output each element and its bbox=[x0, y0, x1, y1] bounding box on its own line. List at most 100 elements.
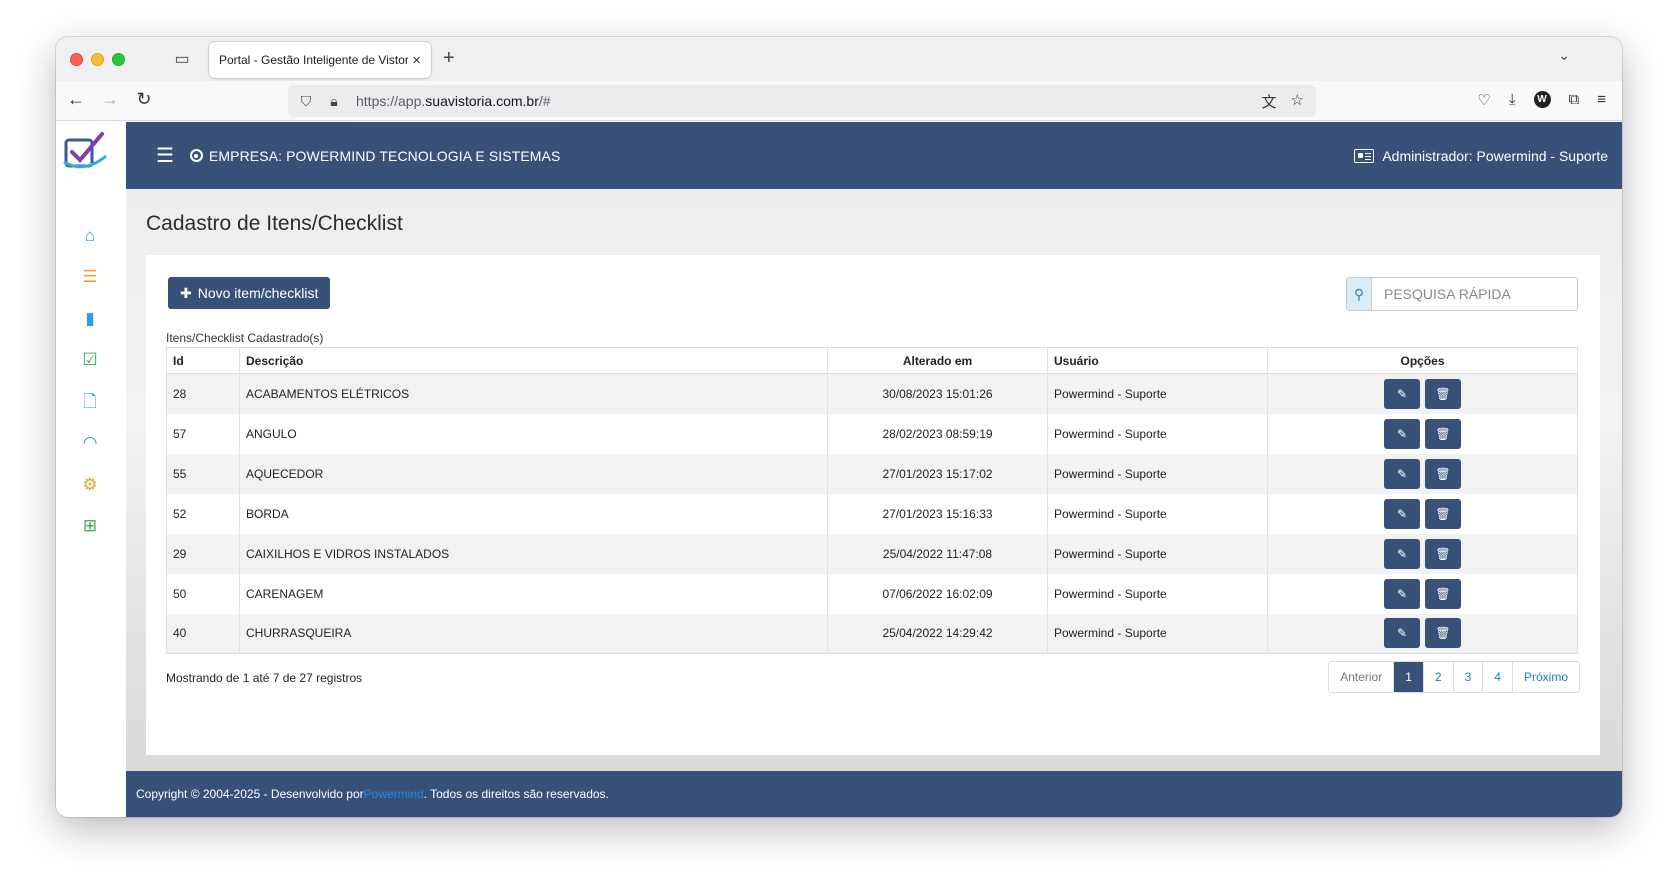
url-bar[interactable]: ⛉ 🔒︎ https://app.suavistoria.com.br/# 文 … bbox=[288, 85, 1316, 117]
top-header: ☰ EMPRESA: POWERMIND TECNOLOGIA E SISTEM… bbox=[126, 122, 1622, 189]
delete-button[interactable]: 🗑︎ bbox=[1425, 378, 1461, 409]
cell-options: ✎ 🗑︎ bbox=[1267, 453, 1578, 494]
minimize-window-button[interactable] bbox=[91, 52, 104, 66]
new-tab-icon[interactable]: + bbox=[443, 47, 455, 70]
footer-brand-link[interactable]: Powermind bbox=[364, 787, 424, 801]
pagination-page-3[interactable]: 3 bbox=[1452, 662, 1483, 692]
back-icon[interactable]: ← bbox=[64, 89, 88, 110]
pagination-page-1[interactable]: 1 bbox=[1393, 662, 1423, 692]
cell-changed-at: 25/04/2022 14:29:42 bbox=[827, 613, 1048, 654]
cell-options: ✎ 🗑︎ bbox=[1267, 533, 1578, 574]
records-summary: Mostrando de 1 até 7 de 27 registros bbox=[166, 671, 363, 685]
tab-strip: ▭ Portal - Gestão Inteligente de Vistor … bbox=[56, 37, 1622, 81]
edit-icon: ✎ bbox=[1396, 426, 1408, 441]
extension-w-icon[interactable]: W bbox=[1533, 91, 1551, 108]
hamburger-menu-icon[interactable]: ☰ bbox=[156, 143, 174, 168]
edit-button[interactable]: ✎ bbox=[1384, 378, 1420, 409]
url-text: https://app.suavistoria.com.br/# bbox=[356, 93, 551, 109]
delete-button[interactable]: 🗑︎ bbox=[1425, 538, 1461, 569]
cell-options: ✎ 🗑︎ bbox=[1267, 373, 1578, 414]
admin-label: Administrador: Powermind - Suporte bbox=[1382, 147, 1608, 164]
bookmark-star-icon[interactable]: ☆ bbox=[1291, 91, 1304, 112]
browser-tab[interactable]: Portal - Gestão Inteligente de Vistor × bbox=[209, 42, 431, 78]
building-icon[interactable]: ▮ bbox=[80, 309, 100, 329]
translate-icon[interactable]: 文 bbox=[1262, 91, 1277, 112]
cell-description: CAIXILHOS E VIDROS INSTALADOS bbox=[239, 533, 828, 574]
delete-button[interactable]: 🗑︎ bbox=[1425, 618, 1461, 649]
delete-button[interactable]: 🗑︎ bbox=[1425, 578, 1461, 609]
home-icon[interactable]: ⌂ bbox=[80, 226, 100, 246]
new-item-button[interactable]: ✚ Novo item/checklist bbox=[168, 277, 331, 309]
tab-title: Portal - Gestão Inteligente de Vistor bbox=[219, 53, 409, 67]
edit-button[interactable]: ✎ bbox=[1384, 498, 1420, 529]
edit-button[interactable]: ✎ bbox=[1384, 538, 1420, 569]
trash-icon: 🗑︎ bbox=[1435, 586, 1451, 601]
edit-icon: ✎ bbox=[1396, 506, 1408, 521]
extensions-icon[interactable]: ⧉ bbox=[1569, 91, 1580, 109]
plus-icon: ✚ bbox=[180, 284, 192, 301]
pocket-icon[interactable]: ♡ bbox=[1477, 91, 1490, 109]
cell-id: 52 bbox=[166, 493, 240, 534]
delete-button[interactable]: 🗑︎ bbox=[1425, 458, 1461, 489]
pagination-page-4[interactable]: 4 bbox=[1482, 662, 1512, 692]
cell-description: BORDA bbox=[239, 493, 828, 534]
gear-icon[interactable]: ⚙ bbox=[80, 475, 100, 495]
table-row: 52 BORDA 27/01/2023 15:16:33 Powermind - Su… bbox=[166, 493, 1578, 534]
edit-button[interactable]: ✎ bbox=[1384, 458, 1420, 489]
table-row: 29 CAIXILHOS E VIDROS INSTALADOS 25/04/202… bbox=[166, 533, 1578, 574]
table-row: 40 CHURRASQUEIRA 25/04/2022 14:29:42 Powerm… bbox=[166, 613, 1578, 654]
table-row: 57 ANGULO 28/02/2023 08:59:19 Powermind - S… bbox=[166, 413, 1578, 454]
admin-user[interactable]: Administrador: Powermind - Suporte bbox=[1354, 148, 1608, 164]
edit-icon: ✎ bbox=[1396, 626, 1408, 641]
browser-window: ▭ Portal - Gestão Inteligente de Vistor … bbox=[56, 37, 1622, 817]
page-title: Cadastro de Itens/Checklist bbox=[146, 212, 403, 235]
tab-overview-icon[interactable]: ▭ bbox=[172, 49, 192, 69]
close-tab-icon[interactable]: × bbox=[412, 52, 421, 69]
shield-icon[interactable]: ⛉ bbox=[296, 93, 316, 110]
edit-icon: ✎ bbox=[1396, 466, 1408, 481]
edit-button[interactable]: ✎ bbox=[1384, 618, 1420, 649]
edit-button[interactable]: ✎ bbox=[1384, 578, 1420, 609]
cell-user: Powermind - Suporte bbox=[1047, 453, 1268, 494]
app-logo[interactable] bbox=[62, 130, 110, 172]
calendar-check-icon[interactable]: ☑ bbox=[80, 350, 100, 370]
menu-icon[interactable]: ≡ bbox=[1597, 91, 1606, 109]
medkit-icon[interactable]: ⊞ bbox=[80, 516, 100, 536]
cell-options: ✎ 🗑︎ bbox=[1267, 413, 1578, 454]
target-icon bbox=[189, 149, 203, 162]
header-description[interactable]: Descrição bbox=[239, 347, 828, 374]
delete-button[interactable]: 🗑︎ bbox=[1425, 498, 1461, 529]
search-icon[interactable]: ⚲ bbox=[1347, 278, 1372, 310]
company-name: EMPRESA: POWERMIND TECNOLOGIA E SISTEMAS bbox=[208, 147, 561, 164]
sidebar: ⌂ ☰ ▮ ☑ 🗋 ◠ ⚙ ⊞ bbox=[56, 122, 126, 817]
trash-icon: 🗑︎ bbox=[1435, 546, 1451, 561]
new-item-label: Novo item/checklist bbox=[197, 285, 319, 301]
forward-icon[interactable]: → bbox=[98, 89, 122, 110]
header-id[interactable]: Id bbox=[166, 347, 240, 374]
pagination-next[interactable]: Próximo bbox=[1511, 662, 1579, 692]
edit-icon: ✎ bbox=[1396, 386, 1408, 401]
cell-user: Powermind - Suporte bbox=[1047, 373, 1268, 414]
delete-button[interactable]: 🗑︎ bbox=[1425, 418, 1461, 449]
zoom-window-button[interactable] bbox=[112, 52, 125, 66]
table-row: 50 CARENAGEM 07/06/2022 16:02:09 Powermind … bbox=[166, 573, 1578, 614]
table-caption: Itens/Checklist Cadastrado(s) bbox=[166, 331, 324, 345]
close-window-button[interactable] bbox=[70, 52, 83, 66]
trash-icon: 🗑︎ bbox=[1435, 466, 1451, 481]
reload-icon[interactable]: ↻ bbox=[132, 89, 156, 110]
download-icon[interactable]: ⤓ bbox=[1509, 91, 1516, 109]
chevron-down-icon[interactable]: ⌄ bbox=[1558, 47, 1570, 64]
cell-id: 28 bbox=[166, 373, 240, 414]
header-user[interactable]: Usuário bbox=[1047, 347, 1268, 374]
pagination-previous[interactable]: Anterior bbox=[1329, 662, 1393, 692]
document-icon[interactable]: 🗋 bbox=[80, 392, 100, 412]
list-icon[interactable]: ☰ bbox=[80, 267, 100, 287]
edit-button[interactable]: ✎ bbox=[1384, 418, 1420, 449]
header-changed-at[interactable]: Alterado em bbox=[827, 347, 1048, 374]
gauge-icon[interactable]: ◠ bbox=[80, 433, 100, 453]
cell-user: Powermind - Suporte bbox=[1047, 533, 1268, 574]
cell-id: 29 bbox=[166, 533, 240, 574]
lock-icon[interactable]: 🔒︎ bbox=[324, 93, 344, 110]
search-input[interactable] bbox=[1372, 278, 1577, 310]
pagination-page-2[interactable]: 2 bbox=[1422, 662, 1453, 692]
